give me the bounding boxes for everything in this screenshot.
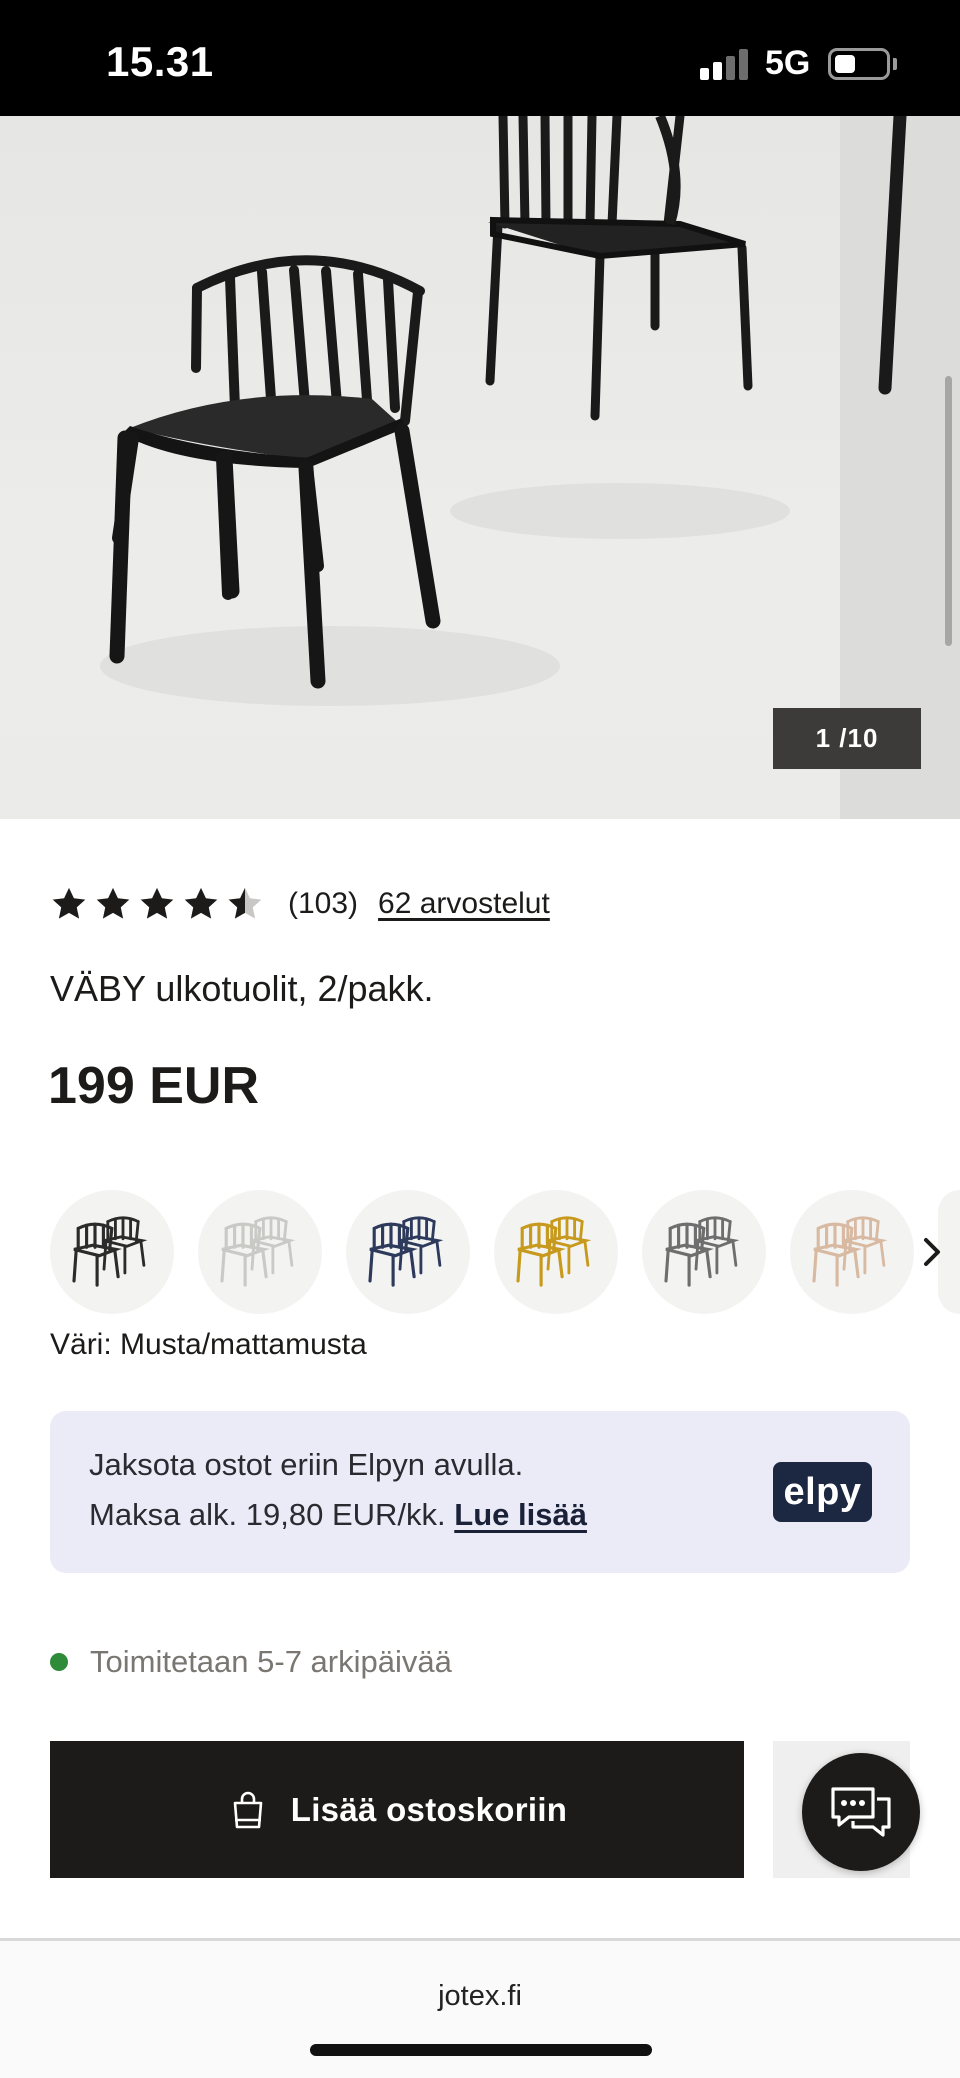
star-icon	[140, 887, 174, 919]
product-title: VÄBY ulkotuolit, 2/pakk.	[50, 968, 434, 1009]
elpy-read-more-link[interactable]: Lue lisää	[454, 1497, 587, 1532]
product-page: 15.31 5G 1 /10 (103) 62 arvostelut VÄBY …	[0, 0, 960, 2078]
swatch-chair-image	[516, 1216, 592, 1287]
delivery-status-dot	[50, 1653, 68, 1671]
product-price: 199 EUR	[48, 1057, 259, 1115]
chevron-right-icon[interactable]	[912, 1230, 952, 1274]
battery-tip	[893, 58, 897, 70]
swatch-chair-image	[664, 1216, 740, 1287]
add-to-cart-label: Lisää ostoskoriin	[290, 1790, 568, 1828]
swatch-navy[interactable]	[346, 1190, 470, 1314]
elpy-monthly-price: Maksa alk. 19,80 EUR/kk.	[89, 1497, 446, 1532]
elpy-logo: elpy	[773, 1462, 872, 1522]
network-type: 5G	[765, 44, 811, 82]
add-to-cart-button[interactable]: Lisää ostoskoriin	[50, 1741, 744, 1878]
swatch-chair-image	[72, 1216, 148, 1287]
image-counter: 1 /10	[773, 708, 921, 769]
delivery-info: Toimitetaan 5-7 arkipäivää	[50, 1640, 452, 1684]
color-swatches	[50, 1190, 960, 1314]
star-rating	[50, 885, 264, 923]
swatch-yellow[interactable]	[494, 1190, 618, 1314]
swatch-chair-image	[368, 1216, 444, 1287]
reviews-link[interactable]: 62 arvostelut	[378, 887, 550, 921]
chat-button[interactable]	[802, 1753, 920, 1871]
elpy-financing-banner: Jaksota ostot eriin Elpyn avulla. Maksa …	[50, 1411, 910, 1573]
star-icon	[96, 887, 130, 919]
battery-icon	[828, 48, 890, 80]
swatch-white[interactable]	[198, 1190, 322, 1314]
rating-count: (103)	[288, 887, 359, 920]
scroll-indicator	[945, 376, 952, 646]
swatch-chair-image	[812, 1216, 888, 1287]
half-star-icon	[228, 887, 262, 919]
delivery-text: Toimitetaan 5-7 arkipäivää	[90, 1644, 452, 1679]
swatch-black[interactable]	[50, 1190, 174, 1314]
swatch-grey[interactable]	[642, 1190, 766, 1314]
home-indicator[interactable]	[310, 2044, 652, 2056]
color-label: Väri: Musta/mattamusta	[50, 1328, 367, 1361]
shopping-bag-icon	[233, 1791, 263, 1828]
swatch-beige[interactable]	[790, 1190, 914, 1314]
status-bar: 15.31 5G	[0, 0, 960, 116]
status-time: 15.31	[106, 38, 214, 85]
rating-row: (103) 62 arvostelut	[50, 878, 550, 930]
star-icon	[52, 887, 86, 919]
chat-icon	[831, 1787, 891, 1837]
browser-url[interactable]: jotex.fi	[0, 1980, 960, 2013]
swatch-chair-image	[220, 1216, 296, 1287]
elpy-text-line1: Jaksota ostot eriin Elpyn avulla.	[89, 1447, 524, 1482]
elpy-text-line2: Maksa alk. 19,80 EUR/kk. Lue lisää	[89, 1497, 587, 1533]
product-image-gallery[interactable]: 1 /10	[0, 116, 960, 819]
signal-icon	[700, 48, 750, 80]
star-icon	[184, 887, 218, 919]
